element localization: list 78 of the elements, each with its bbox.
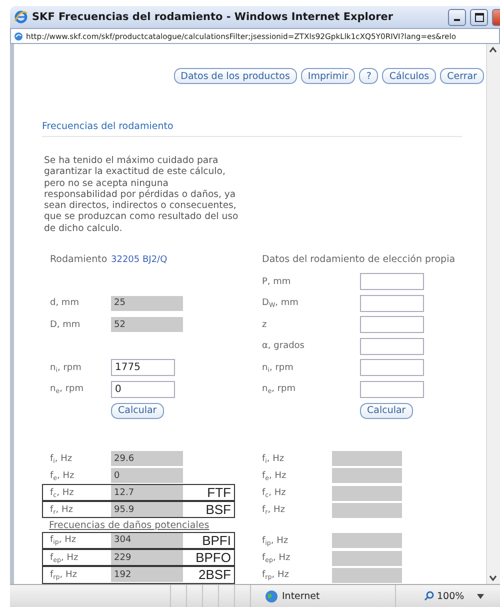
field-label: D$_{W}$, mm: [262, 298, 300, 308]
own-bearing-title: Datos del rodamiento de elección propia: [262, 254, 456, 266]
maximize-icon: [474, 12, 484, 22]
field-label: n$_{e}$, rpm: [262, 384, 296, 394]
field-label: f$_{i}$, Hz: [262, 454, 286, 464]
field-label: α, grados: [262, 341, 306, 352]
frequency-code: BPFO: [194, 550, 232, 566]
disclaimer-text: Se ha tenido el máximo cuidado para garantizar la exactitud de este cálculo, pero no se acepta ninguna responsabilidad por pérdidas o daños, ya sean directos, indirectos o consecuentes, que se produzcan como resultado del uso de dicho calculo.: [44, 155, 240, 234]
input-field[interactable]: [360, 273, 424, 290]
field-label: f$_{e}$, Hz: [50, 470, 76, 481]
field-label: f$_{ep}$, Hz: [262, 553, 292, 564]
readonly-field: 12.7: [111, 485, 183, 500]
input-field[interactable]: [360, 338, 424, 355]
frequency-code: BSF: [204, 502, 232, 518]
page-icon: [14, 32, 23, 40]
field-label: f$_{c}$, Hz: [50, 488, 75, 498]
calculate-button[interactable]: Calcular: [360, 402, 413, 419]
readonly-field: 0: [111, 468, 183, 484]
input-field[interactable]: [360, 359, 424, 376]
field-label: f$_{c}$, Hz: [262, 488, 287, 498]
frequency-code: 2BSF: [197, 567, 232, 582]
input-field[interactable]: [360, 294, 424, 312]
field-label: f$_{e}$, Hz: [262, 470, 288, 481]
readonly-field: [332, 533, 402, 548]
maximize-button[interactable]: [470, 8, 488, 26]
toolbar-button[interactable]: ?: [359, 68, 378, 84]
field-label: f$_{rp}$, Hz: [50, 570, 78, 580]
field-label: f$_{ip}$, Hz: [50, 535, 78, 546]
window-title: SKF Frecuencias del rodamiento - Windows Internet Explorer: [32, 11, 394, 23]
readonly-field: 229: [111, 550, 183, 566]
field-label: f$_{ip}$, Hz: [262, 536, 290, 546]
field-label: f$_{rp}$, Hz: [262, 570, 290, 580]
browser-icon: [14, 10, 28, 24]
readonly-field: 95.9: [111, 502, 183, 518]
readonly-field: 192: [111, 567, 183, 582]
field-label: P, mm: [262, 276, 292, 287]
calculate-button[interactable]: Calcular: [111, 402, 164, 419]
readonly-field: [332, 486, 402, 501]
field-label: D, mm: [50, 320, 82, 330]
damage-title: Frecuencias de daños potenciales: [49, 520, 210, 532]
globe-icon: [265, 590, 278, 602]
zoom-icon[interactable]: [424, 591, 434, 601]
bearing-label: Rodamiento: [50, 254, 108, 266]
close-button[interactable]: [492, 8, 500, 26]
field-label: n$_{e}$, rpm: [50, 384, 84, 394]
field-label: z: [262, 320, 268, 330]
readonly-field: [332, 502, 402, 518]
readonly-field: [332, 550, 402, 566]
field-label: f$_{ep}$, Hz: [50, 552, 80, 563]
bearing-link[interactable]: 32205 BJ2/Q: [111, 254, 168, 265]
field-label: f$_{i}$, Hz: [50, 454, 74, 464]
zoom-level: 100%: [437, 590, 464, 602]
input-field[interactable]: 1775: [111, 359, 175, 376]
readonly-field: 52: [111, 317, 183, 332]
toolbar-button[interactable]: Imprimir: [300, 68, 356, 84]
toolbar-button[interactable]: Cerrar: [440, 68, 484, 84]
readonly-field: [332, 451, 402, 466]
field-label: n$_{i}$, rpm: [262, 362, 294, 373]
readonly-field: 25: [111, 296, 183, 311]
field-label: f$_{r}$, Hz: [262, 505, 286, 516]
field-label: d, mm: [50, 298, 80, 308]
readonly-field: 29.6: [111, 451, 183, 466]
minimize-button[interactable]: [448, 8, 466, 26]
dropdown-caret-icon[interactable]: [477, 594, 484, 598]
input-field[interactable]: [360, 316, 424, 334]
readonly-field: [332, 568, 402, 583]
section-heading: Frecuencias del rodamiento: [42, 114, 462, 137]
frequency-code: BPFI: [201, 532, 232, 548]
frequency-code: FTF: [206, 485, 232, 500]
readonly-field: [332, 468, 402, 484]
toolbar-button[interactable]: Cálculos: [382, 68, 436, 84]
field-label: f$_{r}$, Hz: [50, 504, 74, 515]
input-field[interactable]: 0: [111, 380, 175, 398]
security-zone: Internet: [282, 590, 320, 602]
field-label: n$_{i}$, rpm: [50, 362, 82, 373]
toolbar-button[interactable]: Datos de los productos: [174, 68, 297, 84]
input-field[interactable]: [360, 380, 424, 398]
readonly-field: 304: [111, 532, 183, 548]
